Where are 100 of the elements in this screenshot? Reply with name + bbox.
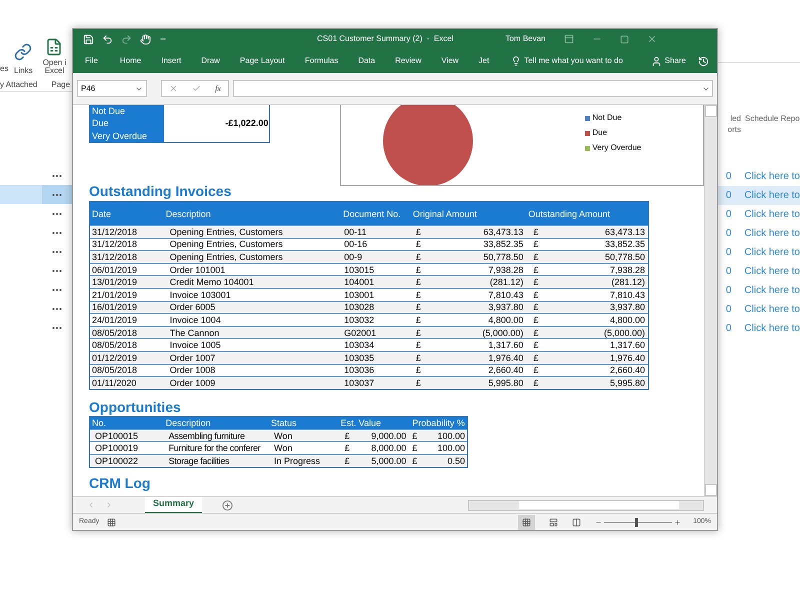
summary-value: -£1,022.00 — [224, 117, 270, 130]
ribbon-button[interactable]: es — [0, 63, 10, 75]
name-box[interactable]: P46 — [77, 80, 147, 97]
description-cell-text: Opening Entries, Customers — [168, 238, 284, 250]
report-count: 0 — [724, 208, 732, 222]
document-cell-text: 00-16 — [343, 238, 368, 250]
currency-symbol: £ — [533, 326, 538, 339]
page-layout-icon[interactable] — [549, 518, 558, 526]
schedule-link[interactable]: Click here to — [744, 245, 800, 260]
currency-symbol: £ — [416, 288, 421, 301]
ribbon-display-icon[interactable] — [564, 34, 574, 44]
enter-icon[interactable] — [192, 84, 202, 93]
table-row[interactable]: 0 Click here to — [718, 281, 800, 300]
document-cell-text: 00-9 — [343, 250, 364, 263]
maximize-icon[interactable] — [620, 34, 629, 44]
currency-symbol: £ — [533, 250, 538, 263]
report-count: 0 — [724, 189, 732, 203]
ribbon-tab[interactable]: Jet — [478, 55, 490, 67]
currency-symbol: £ — [533, 276, 538, 288]
document-cell-text: 103037 — [343, 376, 376, 389]
report-count: 0 — [724, 227, 732, 241]
table-row[interactable]: 0 Click here to — [718, 319, 800, 338]
currency-symbol: £ — [533, 264, 538, 276]
ribbon-tab[interactable]: Insert — [161, 55, 182, 67]
previous-sheet-icon[interactable] — [87, 501, 95, 509]
description-cell-text: Order 6005 — [168, 301, 216, 314]
currency-symbol: £ — [416, 250, 421, 263]
status-cell-text: In Progress — [273, 454, 322, 467]
zoom-thumb[interactable] — [635, 518, 638, 526]
close-icon[interactable] — [646, 34, 657, 44]
schedule-link[interactable]: Click here to — [744, 283, 800, 298]
formula-input[interactable] — [233, 80, 713, 97]
schedule-link[interactable]: Click here to — [744, 321, 800, 336]
share-button[interactable]: Share — [650, 55, 686, 67]
currency-symbol: £ — [533, 352, 538, 364]
save-icon[interactable] — [83, 34, 94, 44]
document-cell-text: 103028 — [343, 301, 376, 314]
ribbon-tab[interactable]: View — [441, 55, 459, 67]
table-row[interactable]: 0 Click here to — [718, 300, 800, 319]
ribbon-tab[interactable]: Review — [395, 55, 422, 67]
column-header: led orts — [726, 113, 742, 136]
table-row[interactable]: 0 Click here to — [718, 167, 800, 186]
description-cell-text: Furniture for the conferer — [168, 442, 262, 454]
section-title: Outstanding Invoices — [89, 184, 232, 199]
zoom-in-icon[interactable] — [674, 518, 682, 526]
amount-cell: 4,800.00 — [488, 314, 524, 326]
sheet-tab[interactable]: Summary — [145, 496, 202, 514]
cancel-icon[interactable] — [169, 84, 178, 93]
touch-icon[interactable] — [140, 34, 151, 44]
links-button[interactable]: Links — [14, 43, 33, 75]
schedule-link[interactable]: Click here to — [744, 302, 800, 317]
ribbon-tab[interactable]: Page Layout — [240, 55, 285, 67]
amount-cell: 7,810.43 — [610, 288, 646, 301]
currency-symbol: £ — [416, 352, 421, 364]
amount-cell: 2,660.40 — [488, 364, 524, 376]
ribbon-tab[interactable]: Data — [358, 55, 376, 67]
ribbon-tab[interactable]: Draw — [201, 55, 220, 67]
table-row[interactable]: 0 Click here to — [718, 205, 800, 224]
macro-icon[interactable] — [107, 518, 116, 526]
schedule-link[interactable]: Click here to — [744, 226, 800, 241]
schedule-link[interactable]: Click here to — [744, 264, 800, 279]
ribbon-tab[interactable]: File — [85, 55, 98, 67]
table-row[interactable]: 0 Click here to — [718, 262, 800, 281]
table-row[interactable]: 0 Click here to — [718, 243, 800, 262]
table-row[interactable]: 0 Click here to — [718, 186, 800, 205]
opportunity-number-cell-text: OP100019 — [94, 442, 140, 454]
date-cell-text: 31/12/2018 — [91, 250, 138, 263]
column-header: Est. Value — [340, 416, 382, 429]
description-cell-text: Order 1008 — [168, 364, 216, 376]
currency-symbol: £ — [533, 339, 538, 352]
amount-cell: 1,976.40 — [610, 352, 646, 364]
ribbon-tab[interactable]: Home — [120, 55, 142, 67]
redo-icon[interactable] — [121, 34, 132, 44]
horizontal-scrollbar[interactable] — [468, 500, 704, 510]
history-icon[interactable] — [698, 56, 709, 66]
add-sheet-icon[interactable] — [222, 500, 234, 510]
window-title: CS01 Customer Summary (2) - Excel — [317, 33, 454, 45]
amount-cell: 5,995.80 — [610, 376, 646, 389]
table-row[interactable]: 0 Click here to — [718, 224, 800, 243]
ribbon-tab[interactable]: Formulas — [304, 55, 338, 67]
grid-icon — [522, 518, 532, 526]
status-cell-text: Won — [273, 430, 294, 442]
insert-function-button[interactable]: fx — [215, 82, 221, 94]
schedule-link[interactable]: Click here to — [744, 169, 800, 184]
date-cell-text: 08/05/2018 — [91, 339, 138, 352]
description-cell-text: Opening Entries, Customers — [168, 250, 284, 263]
value-cell: 8,000.00 — [371, 442, 406, 454]
tell-me-field[interactable]: Tell me what you want to do — [524, 55, 623, 67]
next-sheet-icon[interactable] — [105, 501, 113, 509]
page-break-icon[interactable] — [572, 518, 582, 526]
open-in-excel-button[interactable]: Open i Excel — [42, 37, 66, 75]
vertical-scrollbar[interactable] — [704, 105, 717, 496]
summary-label: Due — [90, 117, 164, 130]
summary-label: Not Due — [90, 105, 164, 118]
column-header: Description — [164, 208, 212, 220]
undo-icon[interactable] — [102, 34, 113, 44]
legend-label: Not Due — [592, 112, 622, 124]
schedule-link[interactable]: Click here to — [744, 207, 800, 222]
normal-view-button[interactable] — [518, 514, 536, 530]
schedule-link[interactable]: Click here to — [744, 188, 800, 203]
